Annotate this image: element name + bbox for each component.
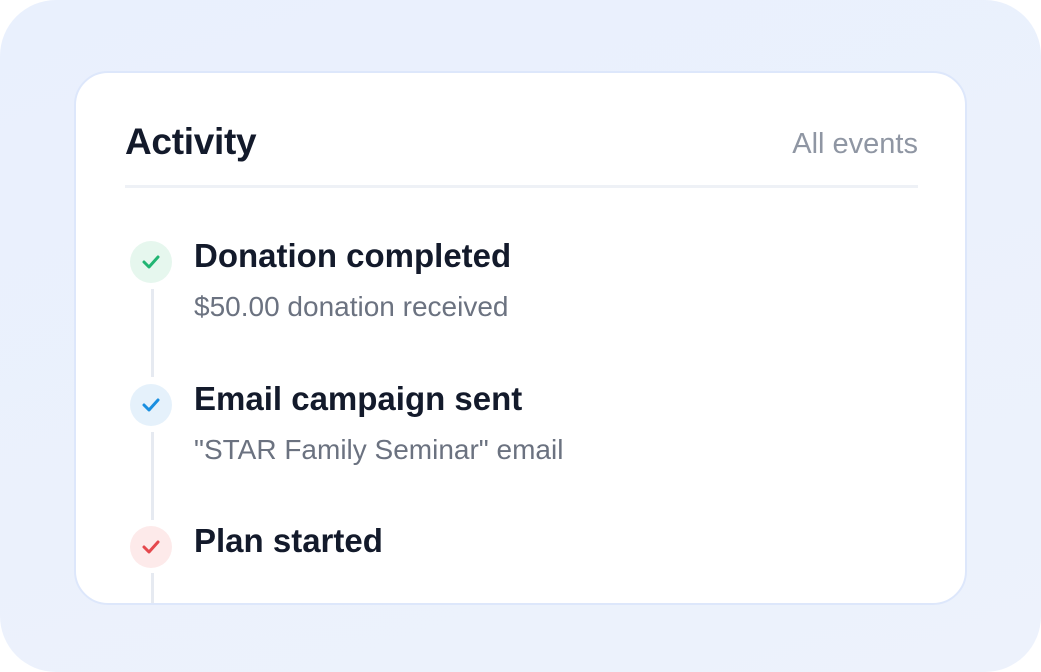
card-header: Activity All events bbox=[125, 121, 918, 188]
event-status-icon bbox=[130, 526, 172, 568]
all-events-link[interactable]: All events bbox=[792, 128, 918, 161]
event-status-icon bbox=[130, 241, 172, 283]
timeline-event: Donation completed $50.00 donation recei… bbox=[130, 237, 910, 331]
check-icon bbox=[142, 540, 160, 554]
event-title: Email campaign sent bbox=[194, 380, 523, 417]
event-subtitle: "STAR Family Seminar" email bbox=[194, 434, 564, 465]
event-status-icon bbox=[130, 384, 172, 426]
card-title: Activity bbox=[125, 121, 257, 162]
check-icon bbox=[142, 255, 160, 269]
activity-card: Activity All events Donation completed $… bbox=[74, 71, 967, 605]
event-subtitle: $50.00 donation received bbox=[194, 291, 509, 322]
timeline-event: Email campaign sent "STAR Family Seminar… bbox=[130, 380, 910, 474]
timeline-event: Plan started bbox=[130, 522, 910, 586]
event-title: Donation completed bbox=[194, 237, 512, 274]
check-icon bbox=[142, 398, 160, 412]
event-title: Plan started bbox=[194, 522, 383, 559]
